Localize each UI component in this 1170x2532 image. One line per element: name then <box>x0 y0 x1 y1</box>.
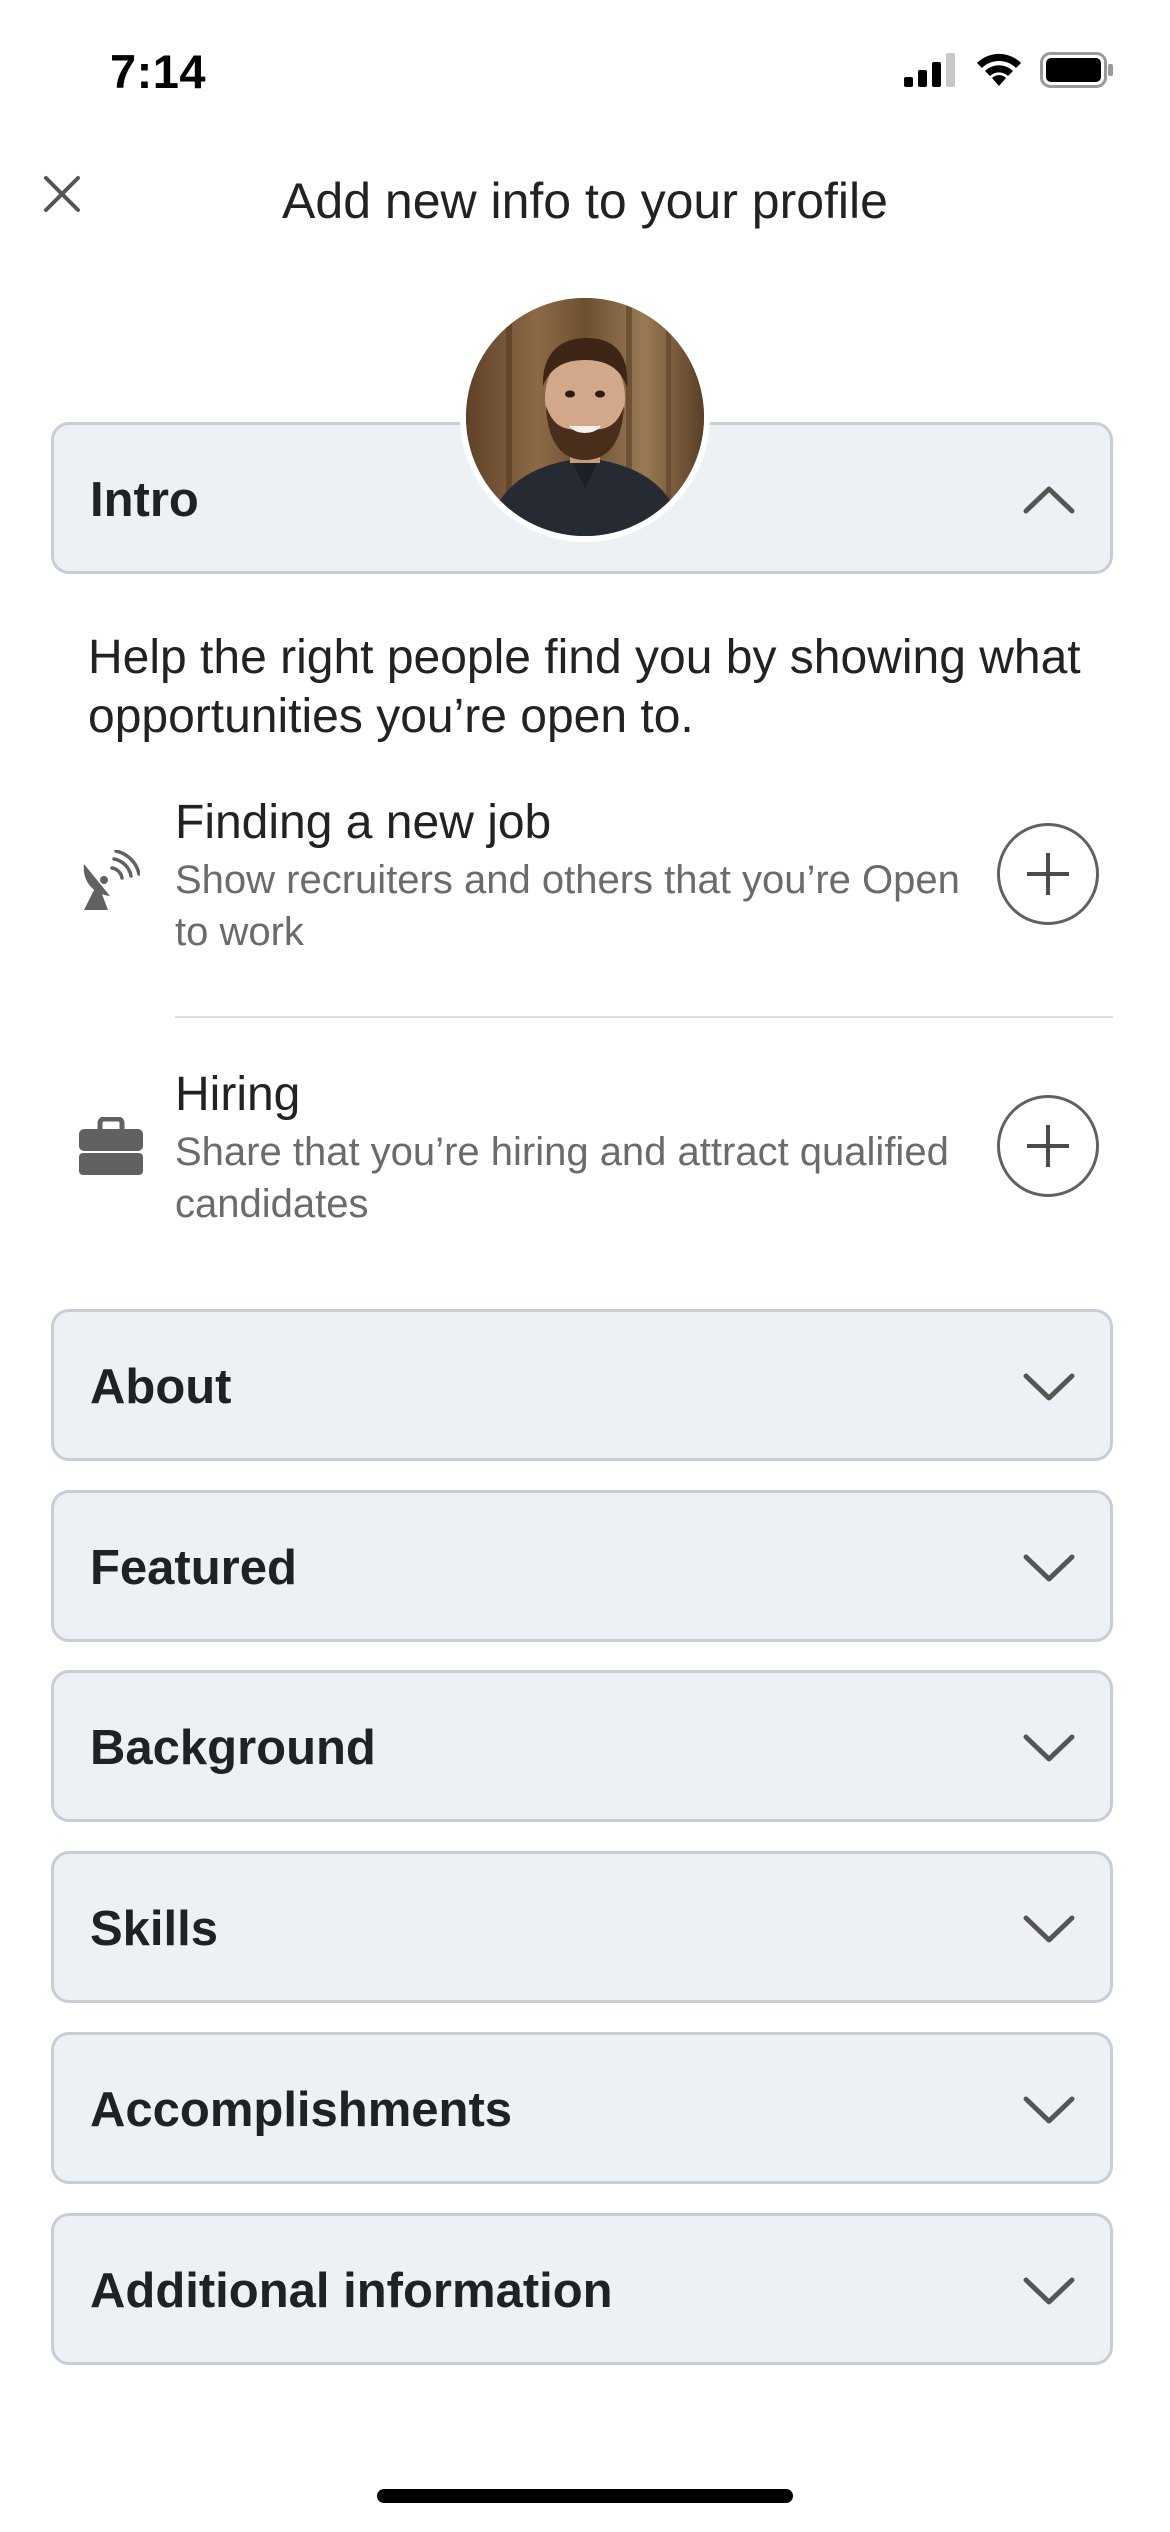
section-label: Intro <box>90 473 199 527</box>
home-indicator <box>377 2489 793 2503</box>
divider <box>175 1016 1113 1018</box>
page-title: Add new info to your profile <box>282 173 888 229</box>
section-label: Featured <box>90 1541 297 1595</box>
section-background[interactable]: Background <box>51 1670 1113 1822</box>
intro-description: Help the right people find you by showin… <box>88 631 1081 743</box>
section-label: Skills <box>90 1902 219 1956</box>
chevron-down-icon <box>1023 2096 1075 2124</box>
briefcase-icon <box>79 1117 143 1175</box>
section-label: Background <box>90 1721 376 1775</box>
chevron-down-icon <box>1023 2277 1075 2305</box>
option-hiring: Hiring Share that you’re hiring and attr… <box>0 1067 1170 1267</box>
section-additional-information[interactable]: Additional information <box>51 2213 1113 2365</box>
wifi-icon <box>977 53 1021 86</box>
option-description: Share that you’re hiring and attract qua… <box>175 1130 949 1226</box>
chevron-down-icon <box>1023 1554 1075 1582</box>
option-title: Finding a new job <box>175 796 552 849</box>
section-featured[interactable]: Featured <box>51 1490 1113 1642</box>
chevron-up-icon <box>1023 486 1075 514</box>
header: Add new info to your profile <box>0 150 1170 250</box>
section-about[interactable]: About <box>51 1309 1113 1461</box>
section-label: Accomplishments <box>90 2083 513 2137</box>
status-bar: 7:14 <box>0 0 1170 150</box>
battery-icon <box>1040 52 1113 88</box>
option-finding-new-job: Finding a new job Show recruiters and ot… <box>0 795 1170 995</box>
add-hiring-button[interactable] <box>997 1095 1099 1197</box>
section-label: About <box>90 1360 232 1414</box>
cellular-signal-icon <box>904 53 955 87</box>
chevron-down-icon <box>1023 1734 1075 1762</box>
status-icons <box>904 52 1114 88</box>
option-title: Hiring <box>175 1068 301 1121</box>
chevron-down-icon <box>1023 1915 1075 1943</box>
section-label: Additional information <box>90 2264 613 2318</box>
satellite-dish-icon <box>83 850 140 910</box>
option-description: Show recruiters and others that you’re O… <box>175 858 960 954</box>
chevron-down-icon <box>1023 1373 1075 1401</box>
profile-photo <box>466 298 704 536</box>
avatar <box>460 292 710 542</box>
section-skills[interactable]: Skills <box>51 1851 1113 2003</box>
section-accomplishments[interactable]: Accomplishments <box>51 2032 1113 2184</box>
status-time: 7:14 <box>110 45 207 98</box>
add-open-to-work-button[interactable] <box>997 823 1099 925</box>
